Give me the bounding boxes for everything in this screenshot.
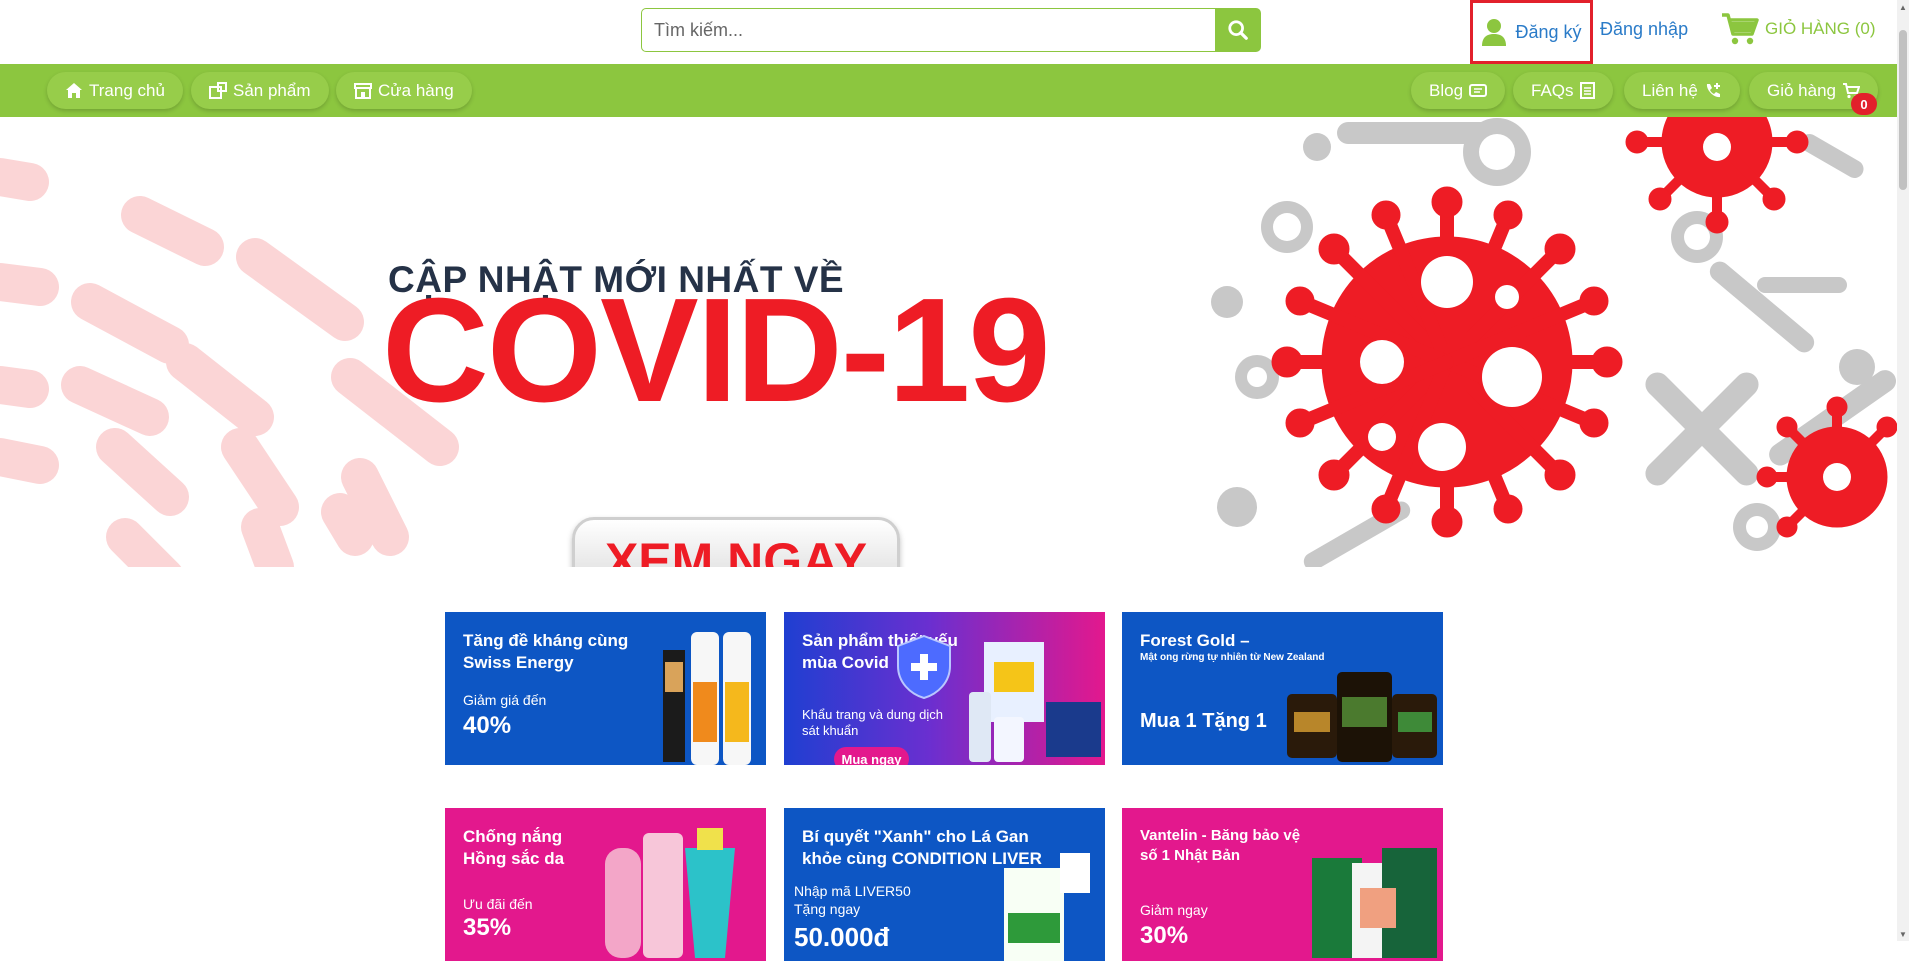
hero-banner[interactable]: CẬP NHẬT MỚI NHẤT VỀ COVID-19 XEM NGAY bbox=[0, 117, 1897, 567]
hero-title: COVID-19 bbox=[382, 268, 1051, 433]
product-image bbox=[1312, 848, 1437, 958]
nav-label-blog: Blog bbox=[1429, 80, 1464, 100]
tile-promo-code: Nhập mã LIVER50 bbox=[794, 883, 911, 899]
product-image bbox=[605, 828, 735, 958]
user-icon bbox=[1482, 19, 1507, 46]
tile-discount: 40% bbox=[463, 712, 512, 739]
promo-tile-vantelin[interactable]: Vantelin - Băng bảo vệ số 1 Nhật Bản Giả… bbox=[1122, 808, 1443, 961]
products-icon bbox=[209, 82, 227, 99]
buy-now-button[interactable]: Mua ngay bbox=[834, 747, 909, 765]
hero-button-label: XEM NGAY bbox=[604, 533, 868, 567]
tile-subtext: Giảm giá đến bbox=[463, 692, 547, 708]
tile-subtext: Ưu đãi đến bbox=[463, 896, 533, 912]
tile-title: Tăng đề kháng cùng Swiss Energy bbox=[463, 631, 629, 673]
nav-item-home[interactable]: Trang chủ bbox=[47, 72, 183, 109]
product-image bbox=[1004, 853, 1090, 961]
tile-subtext: Tặng ngay bbox=[794, 901, 861, 917]
register-link[interactable]: Đăng ký bbox=[1470, 0, 1593, 64]
search-button[interactable] bbox=[1215, 8, 1261, 52]
search-input[interactable] bbox=[641, 8, 1216, 52]
header-cart-link[interactable]: GIỎ HÀNG (0) bbox=[1721, 12, 1876, 46]
tile-discount: 35% bbox=[463, 914, 512, 941]
nav-item-blog[interactable]: Blog bbox=[1411, 72, 1506, 109]
product-image bbox=[1287, 672, 1437, 762]
phone-icon bbox=[1706, 82, 1720, 97]
shield-plus-icon bbox=[897, 634, 951, 700]
product-image bbox=[663, 632, 751, 765]
nav-label-contact: Liên hệ bbox=[1642, 80, 1698, 100]
tile-title: Chống nắng Hồng sắc da bbox=[463, 827, 565, 869]
header-cart-label: GIỎ HÀNG (0) bbox=[1765, 19, 1876, 38]
tile-title: Vantelin - Băng bảo vệ số 1 Nhật Bản bbox=[1140, 827, 1301, 864]
tile-offer: Mua 1 Tặng 1 bbox=[1140, 710, 1267, 732]
cart-count-badge: 0 bbox=[1851, 93, 1877, 115]
nav-label-store: Cửa hàng bbox=[378, 80, 454, 100]
store-icon bbox=[354, 83, 372, 99]
nav-item-store[interactable]: Cửa hàng bbox=[336, 72, 472, 109]
blog-icon bbox=[1469, 83, 1488, 97]
tile-subtext: Giảm ngay bbox=[1140, 902, 1208, 918]
promo-tile-forest-gold[interactable]: Forest Gold – Mật ong rừng tự nhiên từ N… bbox=[1122, 612, 1443, 765]
product-image bbox=[969, 642, 1101, 762]
faq-icon bbox=[1579, 82, 1595, 99]
tile-discount: 50.000đ bbox=[794, 922, 890, 952]
nav-item-products[interactable]: Sản phẩm bbox=[191, 72, 329, 109]
promo-tile-sunscreen[interactable]: Chống nắng Hồng sắc da Ưu đãi đến 35% bbox=[445, 808, 766, 961]
main-nav: Trang chủ Sản phẩm Cửa hàng Blog FAQs Li… bbox=[0, 64, 1897, 117]
hero-view-now-button[interactable]: XEM NGAY bbox=[572, 517, 900, 567]
nav-label-home: Trang chủ bbox=[89, 80, 165, 100]
scrollbar-thumb[interactable] bbox=[1899, 30, 1907, 190]
tile-subtext: Khẩu trang và dung dịch sát khuẩn bbox=[802, 707, 943, 739]
promo-tile-swiss-energy[interactable]: Tăng đề kháng cùng Swiss Energy Giảm giá… bbox=[445, 612, 766, 765]
nav-label-products: Sản phẩm bbox=[233, 80, 311, 100]
promo-tile-condition-liver[interactable]: Bí quyết "Xanh" cho Lá Gan khỏe cùng CON… bbox=[784, 808, 1105, 961]
nav-item-faqs[interactable]: FAQs bbox=[1513, 72, 1613, 109]
virus-pattern-illustration bbox=[1211, 117, 1897, 567]
home-icon bbox=[66, 83, 82, 98]
tile-discount: 30% bbox=[1140, 922, 1189, 949]
top-header: Đăng ký Đăng nhập GIỎ HÀNG (0) bbox=[0, 0, 1897, 64]
nav-label-cart: Giỏ hàng bbox=[1767, 80, 1836, 100]
search-icon bbox=[1228, 20, 1248, 40]
scroll-down-arrow[interactable]: ▼ bbox=[1897, 927, 1909, 941]
search-bar bbox=[641, 8, 1261, 52]
scroll-up-arrow[interactable]: ▲ bbox=[1897, 0, 1909, 14]
login-link[interactable]: Đăng nhập bbox=[1600, 19, 1688, 40]
promo-tile-covid-essentials[interactable]: Sản phẩm thiết yếu mùa Covid Khẩu trang … bbox=[784, 612, 1105, 765]
nav-item-contact[interactable]: Liên hệ bbox=[1624, 72, 1740, 109]
shopping-cart-icon bbox=[1722, 13, 1759, 45]
nav-label-faqs: FAQs bbox=[1531, 80, 1574, 100]
register-label: Đăng ký bbox=[1515, 21, 1582, 42]
